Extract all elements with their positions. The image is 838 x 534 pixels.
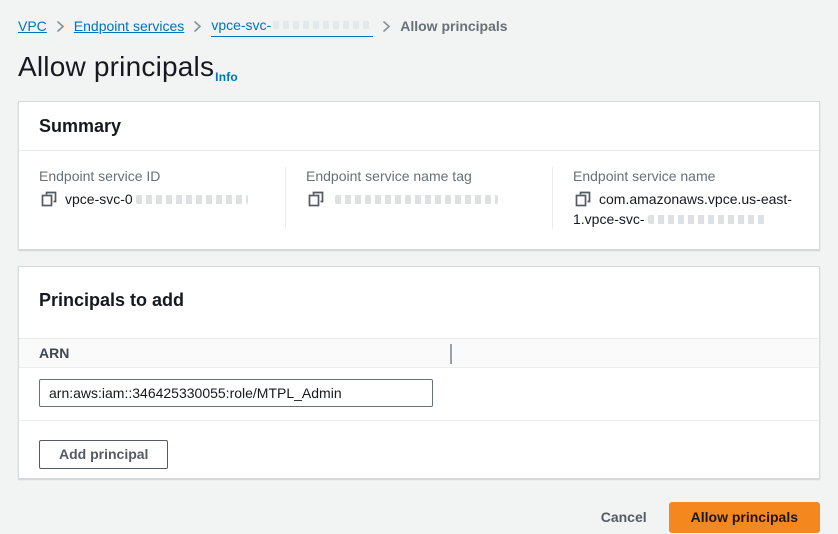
field-value: com.amazonaws.vpce.us-east-1.vpce-svc-: [573, 189, 799, 229]
info-link[interactable]: Info: [215, 70, 238, 84]
add-principal-button[interactable]: Add principal: [39, 440, 168, 469]
field-value: [306, 189, 532, 209]
page-footer: Cancel Allow principals: [18, 502, 820, 533]
summary-title: Summary: [39, 116, 121, 136]
summary-header: Summary: [19, 102, 819, 151]
allow-principals-button[interactable]: Allow principals: [669, 502, 820, 533]
field-value: vpce-svc-0: [39, 189, 265, 209]
column-resize-handle[interactable]: [450, 344, 452, 364]
cancel-button[interactable]: Cancel: [601, 504, 647, 531]
summary-field-endpoint-service-name: Endpoint service name com.amazonaws.vpce…: [552, 167, 819, 229]
principals-card: Principals to add ARN Add principal: [18, 266, 820, 479]
breadcrumb-link-service-id[interactable]: vpce-svc-: [211, 15, 373, 37]
principals-title: Principals to add: [39, 290, 184, 310]
redacted-text: [648, 215, 766, 224]
field-label: Endpoint service name tag: [306, 167, 532, 185]
field-value-text: vpce-svc-0: [65, 191, 133, 207]
field-label: Endpoint service ID: [39, 167, 265, 185]
arn-table-header: ARN: [19, 338, 819, 368]
breadcrumb: VPC Endpoint services vpce-svc- Allow pr…: [18, 0, 820, 37]
summary-field-endpoint-service-name-tag: Endpoint service name tag: [285, 167, 552, 229]
chevron-right-icon: [56, 20, 65, 33]
breadcrumb-service-id-label: vpce-svc-: [211, 15, 271, 35]
page-title: Allow principalsInfo: [18, 50, 820, 89]
copy-icon[interactable]: [41, 191, 57, 207]
chevron-right-icon: [382, 20, 391, 33]
principals-header: Principals to add: [19, 267, 819, 338]
copy-icon[interactable]: [308, 191, 324, 207]
redacted-text: [335, 195, 498, 204]
page-content: VPC Endpoint services vpce-svc- Allow pr…: [0, 0, 838, 533]
redacted-text: [273, 21, 373, 29]
breadcrumb-current: Allow principals: [400, 16, 507, 36]
arn-input-row: [19, 368, 819, 421]
principals-footer: Add principal: [19, 421, 819, 478]
breadcrumb-link-endpoint-services[interactable]: Endpoint services: [74, 16, 185, 36]
page-title-text: Allow principals: [18, 51, 214, 82]
arn-column-header: ARN: [39, 345, 69, 361]
summary-card: Summary Endpoint service ID vpce-svc-0 E…: [18, 101, 820, 250]
breadcrumb-link-vpc[interactable]: VPC: [18, 16, 47, 36]
redacted-text: [136, 195, 248, 204]
summary-body: Endpoint service ID vpce-svc-0 Endpoint …: [19, 151, 819, 249]
copy-icon[interactable]: [575, 191, 591, 207]
chevron-right-icon: [193, 20, 202, 33]
arn-input[interactable]: [39, 379, 433, 407]
field-label: Endpoint service name: [573, 167, 799, 185]
summary-field-endpoint-service-id: Endpoint service ID vpce-svc-0: [19, 167, 285, 229]
